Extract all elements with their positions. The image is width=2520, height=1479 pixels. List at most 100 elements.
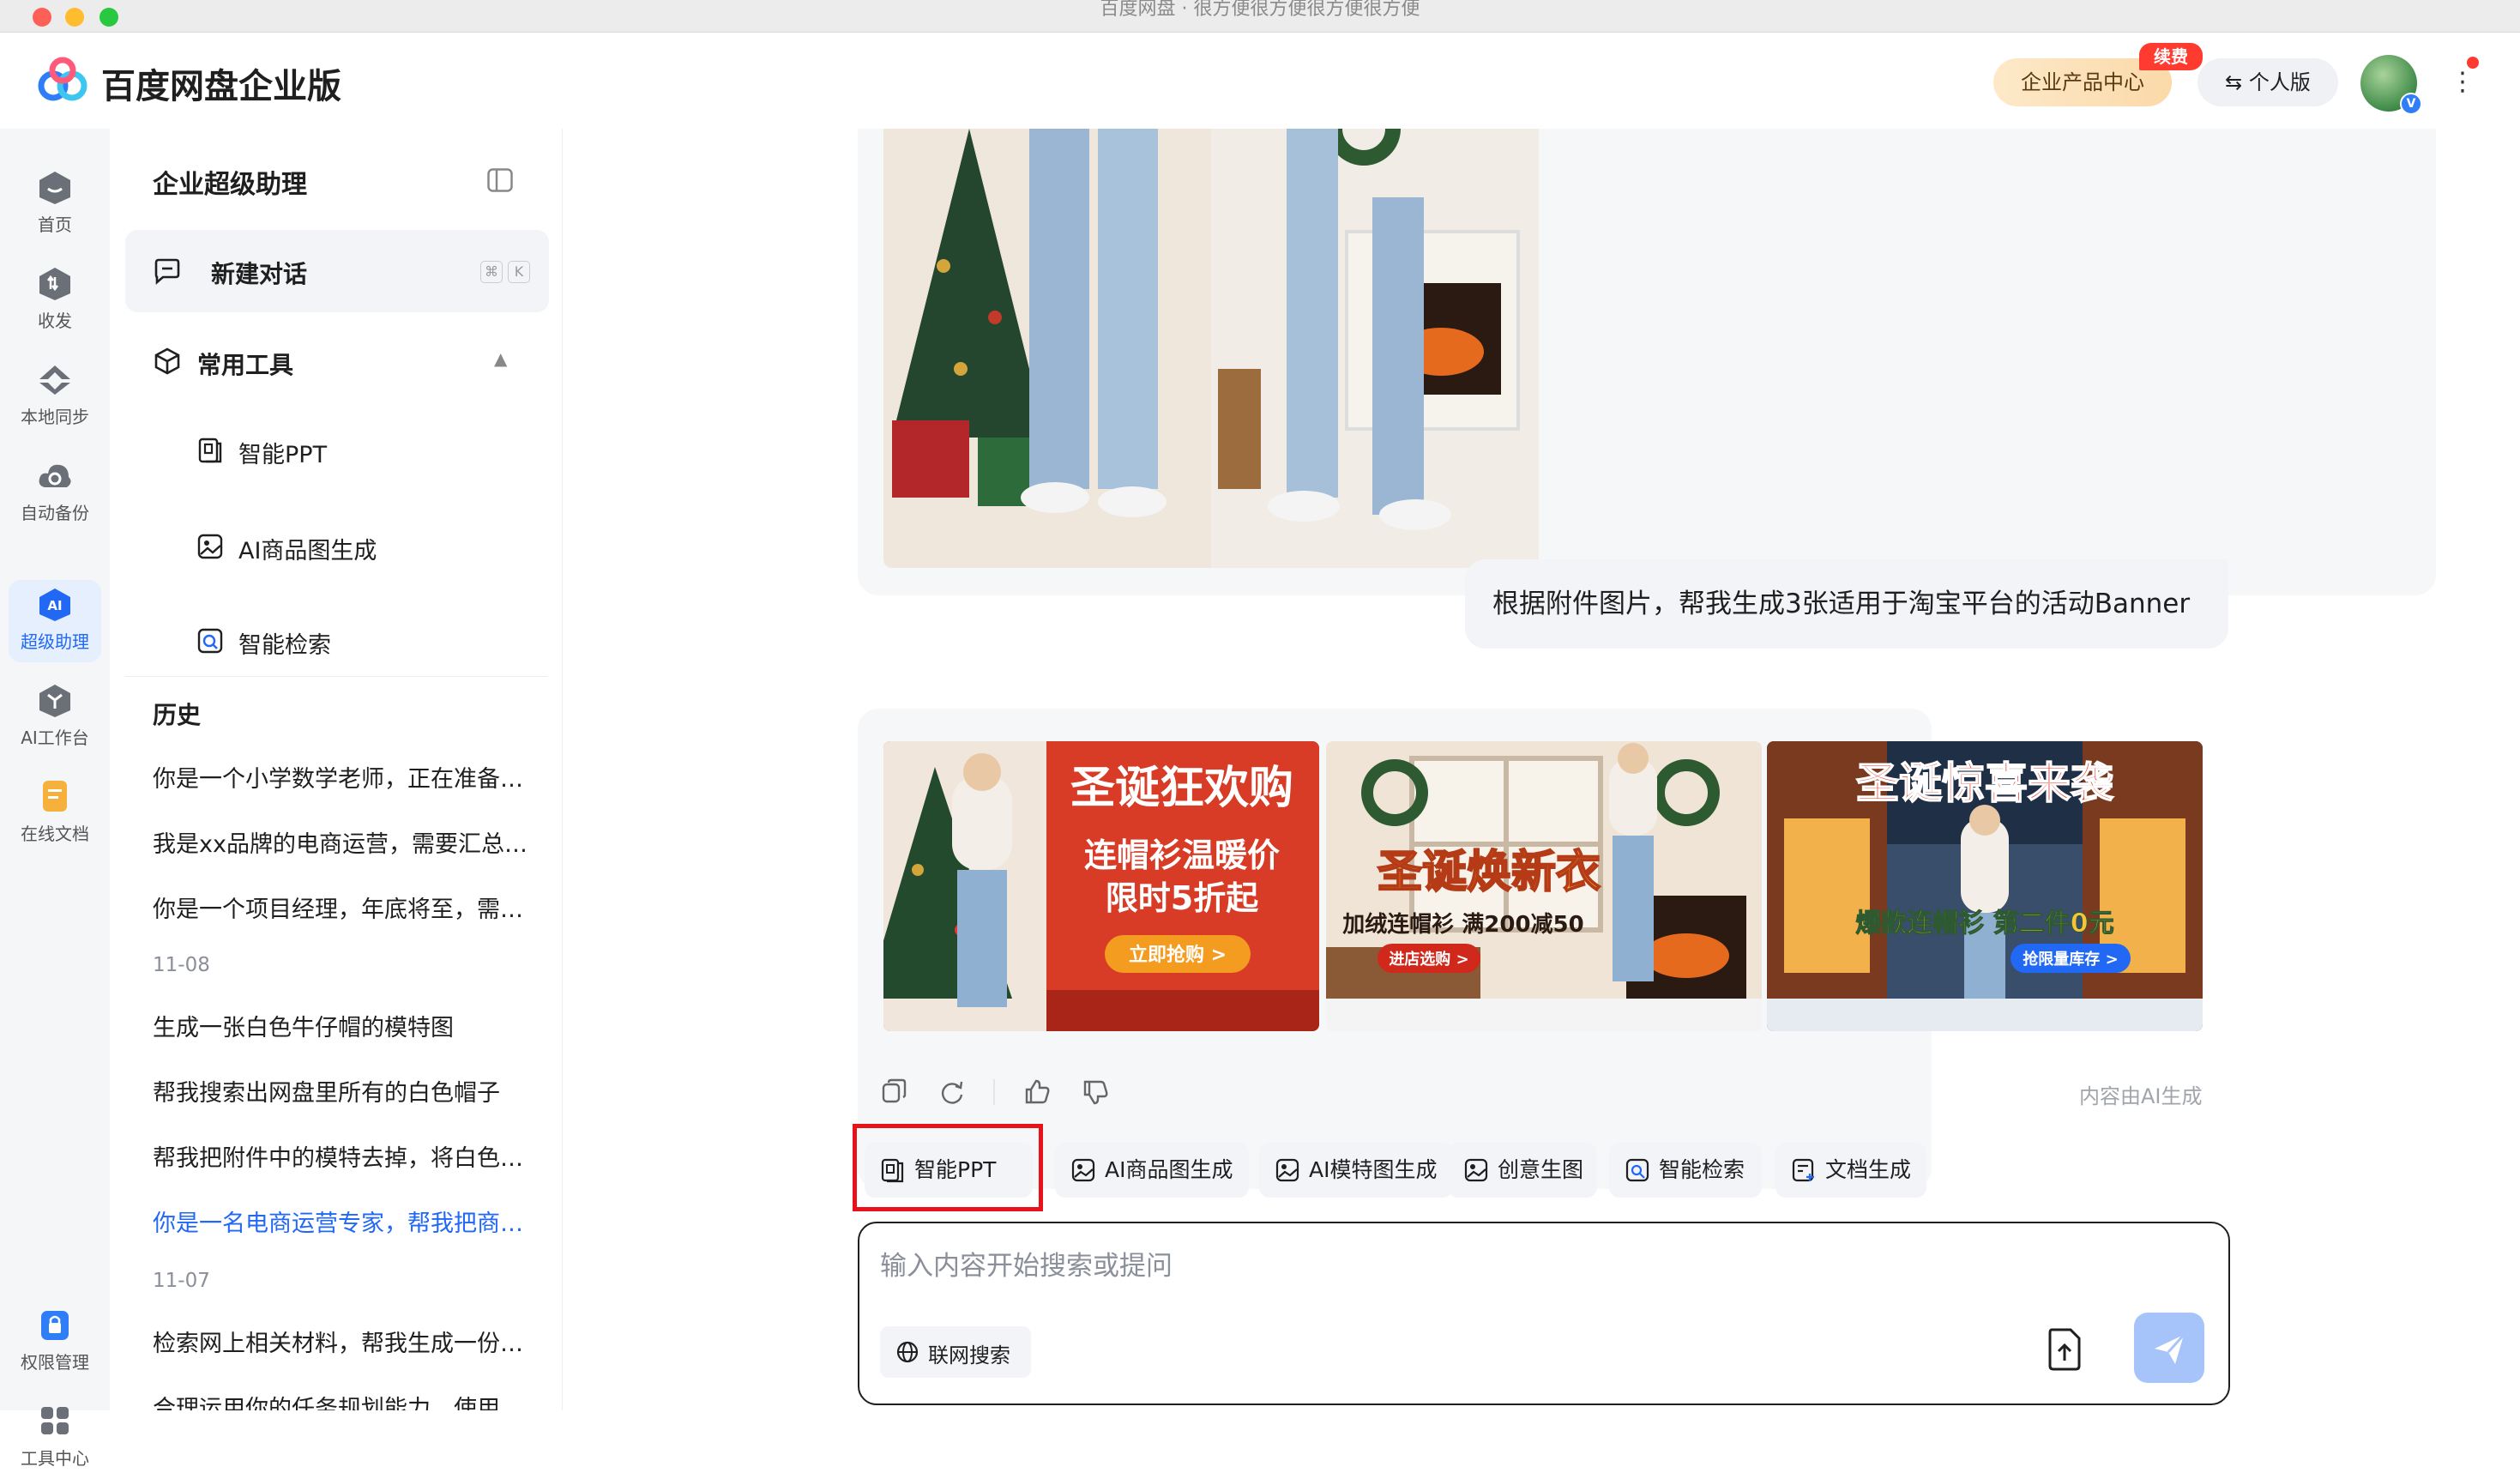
transfer-icon — [39, 268, 70, 300]
new-chat-icon — [154, 258, 180, 285]
rail-label: 本地同步 — [21, 407, 89, 427]
copy-icon[interactable] — [880, 1078, 909, 1107]
doc-search-icon — [197, 628, 223, 654]
renew-badge[interactable]: 续费 — [2139, 43, 2203, 70]
banner-1-line2: 限时5折起 — [1106, 879, 1259, 917]
banner-2-line1: 加绒连帽衫 满200减50 — [1342, 911, 1584, 938]
web-search-toggle[interactable]: 联网搜索 — [880, 1326, 1031, 1378]
banner-image-2[interactable]: 圣诞焕新衣 加绒连帽衫 满200减50 进店选购 > — [1326, 741, 1762, 1031]
rail-label: 工具中心 — [21, 1448, 89, 1469]
action-divider — [993, 1079, 995, 1105]
chat-input[interactable] — [880, 1251, 2081, 1282]
history-item-active[interactable]: 你是一名电商运营专家，帮我把商品图做成Banner — [153, 1204, 530, 1238]
rail-item-home[interactable]: 首页 — [9, 163, 101, 245]
send-icon — [2155, 1333, 2185, 1364]
history-item[interactable]: 你是一个项目经理，年底将至，需要整理年终总结 — [153, 890, 530, 924]
ai-generated-note: 内容由AI生成 — [2079, 1084, 2203, 1108]
rail-item-backup[interactable]: 自动备份 — [9, 451, 101, 534]
sync-icon — [39, 365, 70, 395]
grid-icon — [41, 1407, 69, 1434]
thumbs-up-icon[interactable] — [1022, 1078, 1052, 1107]
thumbs-down-icon[interactable] — [1081, 1078, 1110, 1107]
sidebar-title: 企业超级助理 — [153, 170, 307, 200]
rail-label: 在线文档 — [21, 824, 89, 844]
caret-up-icon: ▲ — [494, 348, 508, 369]
rail-item-online-doc[interactable]: 在线文档 — [9, 772, 101, 854]
send-button[interactable] — [2134, 1313, 2204, 1383]
banner-3-line1: 爆款连帽衫 第二件0元 — [1855, 909, 2113, 939]
rail-item-super-assistant[interactable]: AI 超级助理 — [9, 580, 101, 662]
history-header: 历史 — [153, 701, 202, 729]
chip-smart-search[interactable]: 智能检索 — [1609, 1143, 1762, 1198]
brand-name: 百度网盘企业版 — [101, 67, 341, 106]
history-item[interactable]: 合理运用你的任务规划能力，使用工具完成任务 — [153, 1390, 530, 1410]
highlight-box — [853, 1124, 1043, 1211]
common-tools-header[interactable]: 常用工具 ▲ — [153, 345, 547, 379]
chip-label: 创意生图 — [1498, 1157, 1584, 1182]
personal-edition-button[interactable]: ⇆ 个人版 — [2197, 58, 2338, 106]
chip-creative-image[interactable]: 创意生图 — [1448, 1143, 1597, 1198]
christmas-banner-1-image: 圣诞狂欢购 连帽衫温暖价 限时5折起 立即抢购 > — [883, 741, 1319, 1031]
user-message: 根据附件图片，帮我生成3张适用于淘宝平台的活动Banner — [1465, 559, 2228, 649]
history-date: 11-07 — [153, 1270, 210, 1292]
rail-label: AI工作台 — [21, 727, 89, 748]
rail-label: 首页 — [38, 214, 72, 235]
previous-answer-card — [858, 129, 2436, 595]
banner-image-1[interactable]: 圣诞狂欢购 连帽衫温暖价 限时5折起 立即抢购 > — [883, 741, 1319, 1031]
ai-icon: AI — [39, 589, 70, 621]
shortcut-key: ⌘ — [480, 261, 503, 283]
web-search-label: 联网搜索 — [928, 1343, 1010, 1367]
banner-3-cta: 抢限量库存 > — [2023, 950, 2118, 969]
more-menu-icon[interactable]: ⋮ — [2450, 67, 2475, 101]
notification-dot — [2467, 57, 2479, 69]
rail-item-permissions[interactable]: 权限管理 — [9, 1301, 101, 1383]
assistant-sidebar: 企业超级助理 新建对话 ⌘ K 常用工具 ▲ 智能PPT AI商品图生成 智能检… — [110, 129, 563, 1410]
new-chat-button[interactable]: 新建对话 ⌘ K — [125, 230, 549, 312]
banner-image-3[interactable]: 圣诞惊喜来袭 爆款连帽衫 第二件0元 抢限量库存 > — [1767, 741, 2203, 1031]
rail-item-tool-center[interactable]: 工具中心 — [9, 1397, 101, 1479]
verified-badge: V — [2400, 93, 2422, 115]
banner-1-headline: 圣诞狂欢购 — [1070, 763, 1293, 814]
rail-label: 收发 — [38, 311, 72, 331]
collapse-sidebar-icon[interactable] — [487, 168, 513, 192]
tool-label: 智能PPT — [238, 442, 328, 468]
history-item[interactable]: 你是一个小学数学老师，正在准备下节课的教学内容 — [153, 760, 530, 794]
history-item[interactable]: 检索网上相关材料，帮我生成一份调研报告 — [153, 1325, 530, 1358]
common-tools-label: 常用工具 — [197, 351, 294, 379]
chip-ai-product-image[interactable]: AI商品图生成 — [1055, 1143, 1249, 1198]
sidebar-divider — [125, 676, 547, 677]
cube-icon — [154, 347, 180, 375]
rail-item-sync[interactable]: 本地同步 — [9, 355, 101, 438]
chat-composer: 联网搜索 — [858, 1222, 2230, 1405]
chat-area: 根据附件图片，帮我生成3张适用于淘宝平台的活动Banner 圣诞狂欢购 连帽衫温… — [563, 129, 2520, 1410]
home-icon — [39, 172, 70, 204]
lock-icon — [41, 1311, 69, 1340]
rail-label: 自动备份 — [21, 503, 89, 523]
doc-search-icon — [1625, 1158, 1649, 1182]
banner-2-cta: 进店选购 > — [1389, 950, 1468, 969]
image-icon — [1275, 1158, 1299, 1182]
tool-label: AI商品图生成 — [238, 538, 377, 564]
history-item[interactable]: 帮我把附件中的模特去掉，将白色帽子放在桌面上 — [153, 1139, 530, 1173]
globe-icon — [896, 1341, 919, 1363]
rail-label: 超级助理 — [21, 631, 89, 652]
history-item[interactable]: 生成一张白色牛仔帽的模特图 — [153, 1009, 530, 1042]
regenerate-icon[interactable] — [937, 1078, 966, 1107]
banner-3-headline: 圣诞惊喜来袭 — [1856, 758, 2114, 808]
chip-doc-generation[interactable]: 文档生成 — [1775, 1143, 1926, 1198]
banner-1-cta: 立即抢购 > — [1129, 944, 1227, 966]
chip-label: AI模特图生成 — [1309, 1157, 1438, 1182]
history-item[interactable]: 我是xx品牌的电商运营，需要汇总最近的活动数据 — [153, 825, 530, 859]
left-nav-rail: 首页 收发 本地同步 自动备份 AI 超级助理 AI工作台 在线文档 权限管理 … — [0, 129, 110, 1469]
upload-file-icon[interactable] — [2043, 1323, 2086, 1374]
history-item[interactable]: 帮我搜索出网盘里所有的白色帽子 — [153, 1074, 530, 1108]
rail-item-ai-workbench[interactable]: AI工作台 — [9, 676, 101, 758]
attachment-photo-image — [883, 129, 1539, 568]
image-icon — [197, 534, 223, 559]
chip-label: 文档生成 — [1825, 1157, 1912, 1182]
rail-item-transfer[interactable]: 收发 — [9, 259, 101, 341]
shortcut-key: K — [508, 261, 530, 283]
app-header: 百度网盘企业版 企业产品中心 续费 ⇆ 个人版 V ⋮ — [0, 33, 2520, 129]
backup-icon — [39, 464, 71, 487]
chip-ai-model-image[interactable]: AI模特图生成 — [1259, 1143, 1453, 1198]
